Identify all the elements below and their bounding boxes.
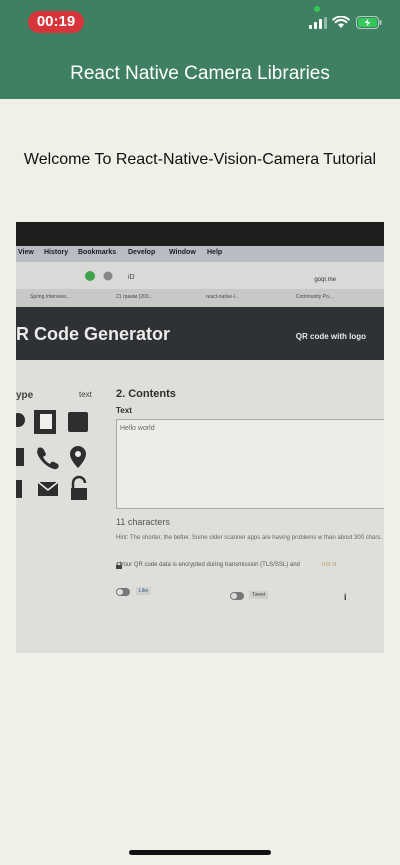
photo-content-type-icons (16, 410, 88, 500)
photo-tab-bar: Spring Interview... 21 грамм (200... rea… (16, 289, 384, 307)
photo-char-count: 11 characters (116, 517, 170, 527)
photo-hint-text: Hint: The shorter, the better. Some olde… (116, 535, 383, 541)
photo-field-label: Text (116, 406, 132, 415)
photo-menu-item: History (44, 249, 69, 256)
battery-charging-icon (356, 16, 382, 29)
photo-toggle-icon (116, 588, 130, 596)
cellular-signal-icon (309, 17, 327, 29)
photo-tab-label: 21 грамм (200... (116, 294, 153, 300)
photo-menu-item: Develop (128, 249, 156, 256)
photo-type-label: ype (16, 390, 34, 401)
camera-preview[interactable]: View History Bookmarks Develop Window He… (16, 222, 384, 653)
status-time[interactable]: 00:19 (28, 11, 84, 33)
app-header: 00:19 React Native Camera Libraries (0, 0, 400, 99)
photo-tweet-button: Tweet (249, 591, 269, 599)
photo-info-icon: i (344, 592, 347, 602)
photo-textarea-value: Hello world (120, 425, 155, 432)
wifi-icon (332, 16, 350, 28)
photo-contents-title: 2. Contents (116, 388, 176, 400)
welcome-text: Welcome To React-Native-Vision-Camera Tu… (23, 151, 377, 168)
photo-tab-label: Community Po... (296, 294, 333, 300)
photo-browser-toolbar: iD goqr.me (16, 262, 384, 289)
nav-title: React Native Camera Libraries (70, 63, 330, 84)
photo-secure-note: Your QR code data is encrypted during tr… (120, 562, 300, 568)
photo-menu-item: Window (169, 249, 196, 256)
home-indicator[interactable] (129, 850, 271, 855)
photo-tab-label: react-native-l... (206, 294, 240, 300)
svg-text:iD: iD (128, 274, 135, 281)
camera-in-use-indicator (314, 6, 320, 12)
photo-url-text: goqr.me (314, 277, 336, 283)
photo-tab-label: Spring Interview... (30, 294, 70, 300)
photo-site-title: R Code Generator (16, 324, 171, 344)
photo-browser-icons: iD (85, 271, 135, 281)
photo-menu-bar: View History Bookmarks Develop Window He… (16, 246, 384, 262)
photo-textarea (116, 419, 384, 509)
photo-menu-item: View (18, 249, 34, 256)
photo-type-value: text (79, 390, 92, 399)
status-bar: 00:19 (0, 0, 400, 44)
photo-toggle-icon (230, 592, 244, 600)
photo-menu-item: Bookmarks (78, 249, 117, 256)
photo-site-subtitle: QR code with logo (295, 332, 366, 341)
photo-like-button: Like (136, 587, 152, 595)
photo-menu-item: Help (207, 249, 223, 256)
photo-secure-link: not st (322, 562, 337, 568)
